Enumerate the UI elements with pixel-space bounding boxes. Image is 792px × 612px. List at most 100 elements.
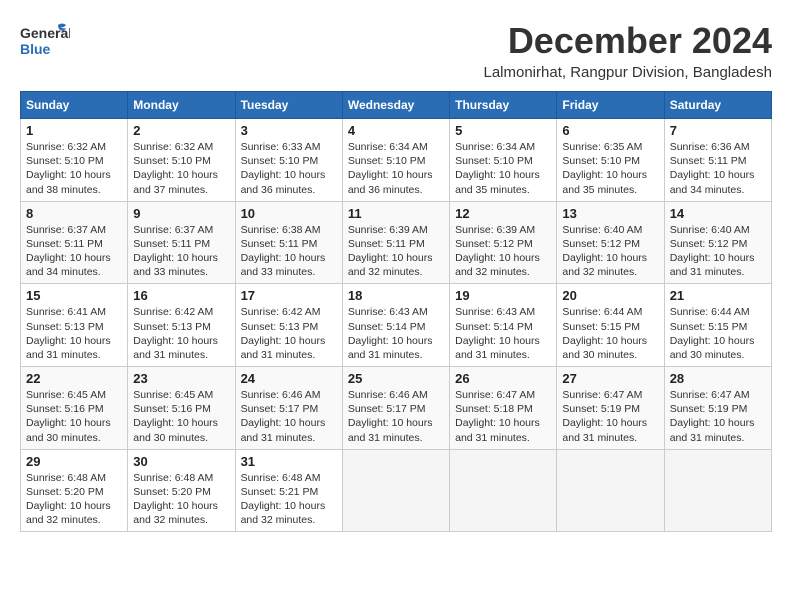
calendar-cell: 19 Sunrise: 6:43 AMSunset: 5:14 PMDayligh… [450,284,557,367]
day-info: Sunrise: 6:45 AMSunset: 5:16 PMDaylight:… [133,388,229,445]
day-number: 28 [670,371,766,386]
calendar-week-row: 15 Sunrise: 6:41 AMSunset: 5:13 PMDayligh… [21,284,772,367]
day-number: 27 [562,371,658,386]
day-number: 11 [348,206,444,221]
day-info: Sunrise: 6:35 AMSunset: 5:10 PMDaylight:… [562,140,658,197]
column-header-wednesday: Wednesday [342,92,449,119]
calendar-cell: 4 Sunrise: 6:34 AMSunset: 5:10 PMDaylight… [342,119,449,202]
day-number: 9 [133,206,229,221]
location-subtitle: Lalmonirhat, Rangpur Division, Banglades… [483,64,772,81]
day-info: Sunrise: 6:43 AMSunset: 5:14 PMDaylight:… [455,305,551,362]
calendar-cell: 7Sunrise: 6:36 AMSunset: 5:11 PMDaylight… [664,119,771,202]
month-title: December 2024 [483,20,772,62]
day-number: 16 [133,288,229,303]
calendar-week-row: 29 Sunrise: 6:48 AMSunset: 5:20 PMDayligh… [21,449,772,532]
day-info: Sunrise: 6:44 AMSunset: 5:15 PMDaylight:… [670,305,766,362]
day-info: Sunrise: 6:33 AMSunset: 5:10 PMDaylight:… [241,140,337,197]
day-info: Sunrise: 6:41 AMSunset: 5:13 PMDaylight:… [26,305,122,362]
day-info: Sunrise: 6:45 AMSunset: 5:16 PMDaylight:… [26,388,122,445]
day-number: 6 [562,123,658,138]
day-number: 19 [455,288,551,303]
day-info: Sunrise: 6:32 AMSunset: 5:10 PMDaylight:… [26,140,122,197]
calendar-cell: 24 Sunrise: 6:46 AMSunset: 5:17 PMDayligh… [235,367,342,450]
day-info: Sunrise: 6:44 AMSunset: 5:15 PMDaylight:… [562,305,658,362]
day-info: Sunrise: 6:42 AMSunset: 5:13 PMDaylight:… [241,305,337,362]
svg-text:Blue: Blue [20,41,51,57]
calendar-week-row: 22 Sunrise: 6:45 AMSunset: 5:16 PMDayligh… [21,367,772,450]
calendar-cell: 8 Sunrise: 6:37 AMSunset: 5:11 PMDaylight… [21,201,128,284]
day-info: Sunrise: 6:37 AMSunset: 5:11 PMDaylight:… [26,223,122,280]
day-number: 14 [670,206,766,221]
calendar-week-row: 1 Sunrise: 6:32 AMSunset: 5:10 PMDaylight… [21,119,772,202]
day-info: Sunrise: 6:37 AMSunset: 5:11 PMDaylight:… [133,223,229,280]
day-number: 12 [455,206,551,221]
calendar-cell [664,449,771,532]
calendar-cell: 27 Sunrise: 6:47 AMSunset: 5:19 PMDayligh… [557,367,664,450]
calendar-cell: 13 Sunrise: 6:40 AMSunset: 5:12 PMDayligh… [557,201,664,284]
svg-text:General: General [20,25,70,41]
calendar-cell: 17 Sunrise: 6:42 AMSunset: 5:13 PMDayligh… [235,284,342,367]
calendar-week-row: 8 Sunrise: 6:37 AMSunset: 5:11 PMDaylight… [21,201,772,284]
day-info: Sunrise: 6:48 AMSunset: 5:20 PMDaylight:… [133,471,229,528]
day-number: 13 [562,206,658,221]
day-info: Sunrise: 6:40 AMSunset: 5:12 PMDaylight:… [562,223,658,280]
calendar-cell: 20 Sunrise: 6:44 AMSunset: 5:15 PMDayligh… [557,284,664,367]
day-number: 3 [241,123,337,138]
day-number: 7 [670,123,766,138]
day-info: Sunrise: 6:46 AMSunset: 5:17 PMDaylight:… [241,388,337,445]
day-number: 20 [562,288,658,303]
calendar-cell [342,449,449,532]
calendar-cell: 11 Sunrise: 6:39 AMSunset: 5:11 PMDayligh… [342,201,449,284]
calendar-cell: 29 Sunrise: 6:48 AMSunset: 5:20 PMDayligh… [21,449,128,532]
day-info: Sunrise: 6:42 AMSunset: 5:13 PMDaylight:… [133,305,229,362]
day-number: 25 [348,371,444,386]
day-number: 30 [133,454,229,469]
logo: General Blue [20,20,70,60]
calendar-cell: 23 Sunrise: 6:45 AMSunset: 5:16 PMDayligh… [128,367,235,450]
day-number: 23 [133,371,229,386]
day-number: 17 [241,288,337,303]
calendar-cell: 18Sunrise: 6:43 AMSunset: 5:14 PMDayligh… [342,284,449,367]
day-number: 26 [455,371,551,386]
day-info: Sunrise: 6:47 AMSunset: 5:19 PMDaylight:… [670,388,766,445]
calendar-table: SundayMondayTuesdayWednesdayThursdayFrid… [20,91,772,532]
day-number: 1 [26,123,122,138]
day-number: 31 [241,454,337,469]
day-number: 29 [26,454,122,469]
day-number: 18 [348,288,444,303]
calendar-cell: 2 Sunrise: 6:32 AMSunset: 5:10 PMDaylight… [128,119,235,202]
day-info: Sunrise: 6:34 AMSunset: 5:10 PMDaylight:… [455,140,551,197]
day-info: Sunrise: 6:40 AMSunset: 5:12 PMDaylight:… [670,223,766,280]
day-info: Sunrise: 6:47 AMSunset: 5:19 PMDaylight:… [562,388,658,445]
calendar-cell: 28 Sunrise: 6:47 AMSunset: 5:19 PMDayligh… [664,367,771,450]
column-header-monday: Monday [128,92,235,119]
day-info: Sunrise: 6:39 AMSunset: 5:11 PMDaylight:… [348,223,444,280]
calendar-cell: 3 Sunrise: 6:33 AMSunset: 5:10 PMDaylight… [235,119,342,202]
page-header: General Blue December 2024 Lalmonirhat, … [20,20,772,81]
calendar-cell: 1 Sunrise: 6:32 AMSunset: 5:10 PMDaylight… [21,119,128,202]
calendar-cell: 21 Sunrise: 6:44 AMSunset: 5:15 PMDayligh… [664,284,771,367]
calendar-cell: 22 Sunrise: 6:45 AMSunset: 5:16 PMDayligh… [21,367,128,450]
day-number: 4 [348,123,444,138]
day-number: 21 [670,288,766,303]
day-info: Sunrise: 6:48 AMSunset: 5:20 PMDaylight:… [26,471,122,528]
calendar-cell: 16 Sunrise: 6:42 AMSunset: 5:13 PMDayligh… [128,284,235,367]
day-number: 10 [241,206,337,221]
day-info: Sunrise: 6:46 AMSunset: 5:17 PMDaylight:… [348,388,444,445]
title-section: December 2024 Lalmonirhat, Rangpur Divis… [483,20,772,81]
column-header-thursday: Thursday [450,92,557,119]
calendar-cell: 26 Sunrise: 6:47 AMSunset: 5:18 PMDayligh… [450,367,557,450]
day-number: 15 [26,288,122,303]
day-info: Sunrise: 6:47 AMSunset: 5:18 PMDaylight:… [455,388,551,445]
day-info: Sunrise: 6:34 AMSunset: 5:10 PMDaylight:… [348,140,444,197]
day-number: 2 [133,123,229,138]
day-info: Sunrise: 6:32 AMSunset: 5:10 PMDaylight:… [133,140,229,197]
day-number: 8 [26,206,122,221]
column-header-saturday: Saturday [664,92,771,119]
day-info: Sunrise: 6:39 AMSunset: 5:12 PMDaylight:… [455,223,551,280]
calendar-cell: 12 Sunrise: 6:39 AMSunset: 5:12 PMDayligh… [450,201,557,284]
day-number: 24 [241,371,337,386]
day-number: 22 [26,371,122,386]
column-header-friday: Friday [557,92,664,119]
day-info: Sunrise: 6:38 AMSunset: 5:11 PMDaylight:… [241,223,337,280]
